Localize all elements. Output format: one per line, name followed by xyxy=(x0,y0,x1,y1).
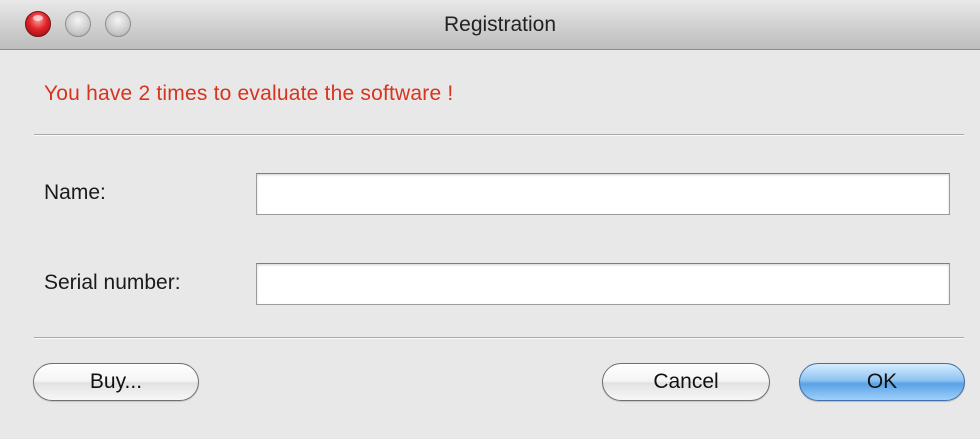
name-field[interactable] xyxy=(256,173,950,215)
window-title: Registration xyxy=(443,13,557,36)
buy-button[interactable]: Buy... xyxy=(33,363,199,401)
cancel-button[interactable]: Cancel xyxy=(602,363,770,401)
registration-window: Registration You have 2 times to evaluat… xyxy=(0,0,980,439)
serial-number-label: Serial number: xyxy=(44,271,181,294)
evaluation-warning: You have 2 times to evaluate the softwar… xyxy=(44,82,454,105)
bottom-divider xyxy=(34,337,964,339)
name-label: Name: xyxy=(44,181,106,204)
serial-number-field[interactable] xyxy=(256,263,950,305)
ok-button[interactable]: OK xyxy=(799,363,965,401)
title-bar[interactable]: Registration xyxy=(0,0,980,50)
top-divider xyxy=(34,134,964,136)
